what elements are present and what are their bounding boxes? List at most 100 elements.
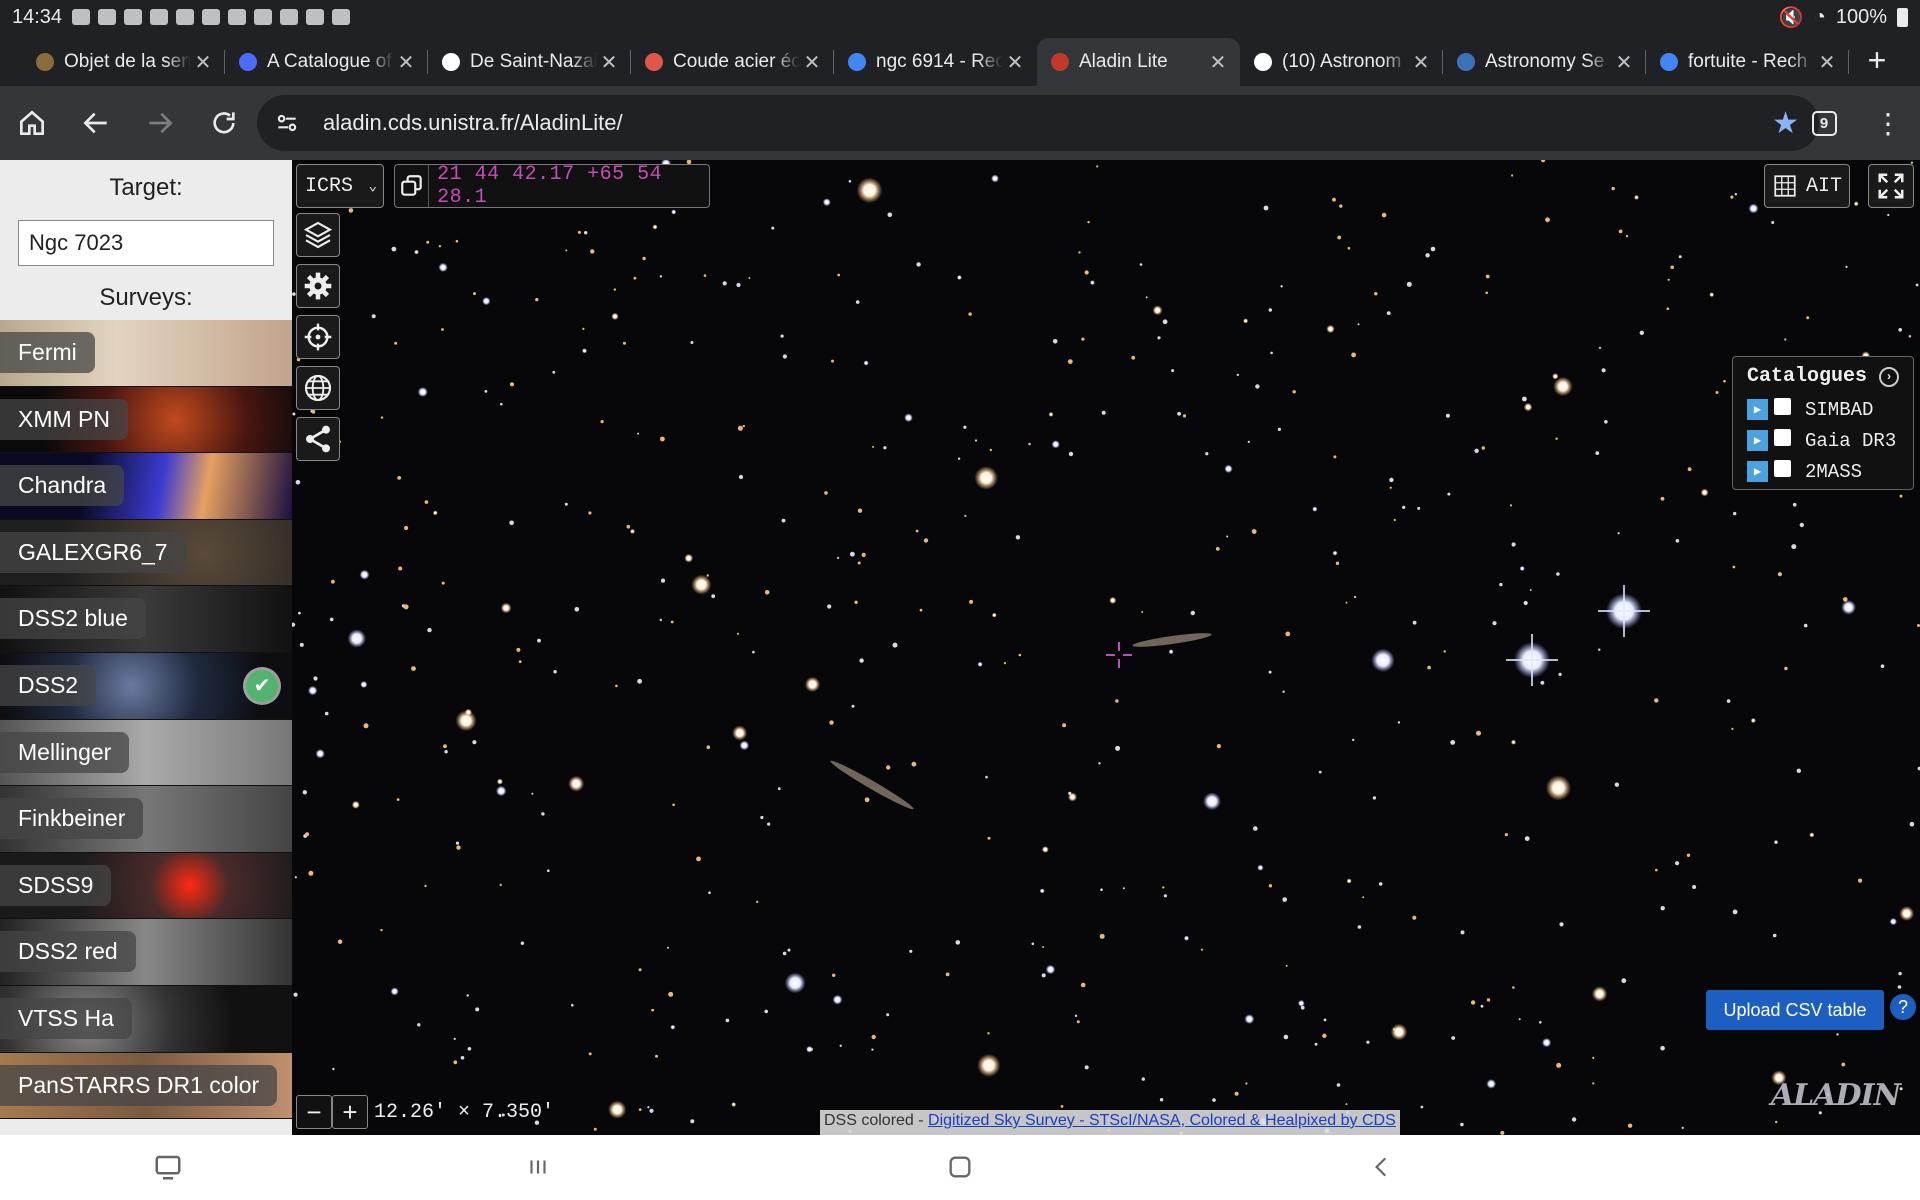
layers-button[interactable] [296, 213, 340, 257]
credit-link[interactable]: Digitized Sky Survey - STScI/NASA, Color… [928, 1112, 1396, 1129]
survey-item[interactable]: PanSTARRS DR1 color [0, 1052, 292, 1120]
zoom-out-button[interactable]: − [296, 1095, 332, 1129]
projection-button[interactable]: AIT [1764, 164, 1850, 208]
back-nav-icon[interactable] [1360, 1145, 1404, 1189]
close-icon[interactable]: ✕ [1206, 50, 1230, 75]
copy-icon[interactable] [395, 165, 430, 207]
catalogue-checkbox[interactable] [1774, 398, 1791, 415]
star [916, 262, 921, 267]
star [1357, 323, 1360, 326]
star [1297, 999, 1305, 1007]
play-icon[interactable]: ▶ [1747, 461, 1768, 482]
home-button[interactable] [0, 91, 64, 155]
close-icon[interactable]: ✕ [394, 50, 418, 75]
browser-tab[interactable]: Objet de la sen ✕ [22, 38, 225, 86]
browser-tab[interactable]: Coude acier éc ✕ [631, 38, 834, 86]
address-bar[interactable]: aladin.cds.unistra.fr/AladinLite/ ★ [257, 95, 1819, 151]
zoom-in-button[interactable]: + [332, 1095, 368, 1129]
check-icon: ✔ [246, 669, 278, 702]
close-icon[interactable]: ✕ [1612, 50, 1636, 75]
bookmark-star-icon[interactable]: ★ [1772, 106, 1799, 141]
survey-item[interactable]: Finkbeiner [0, 786, 292, 853]
survey-item[interactable]: VTSS Ha [0, 985, 292, 1053]
survey-item[interactable]: DSS2 blue [0, 586, 292, 653]
close-icon[interactable]: ✕ [800, 50, 824, 75]
star [848, 180, 852, 183]
star [1897, 985, 1902, 989]
browser-tab[interactable]: A Catalogue of ✕ [225, 38, 428, 86]
star [909, 949, 913, 953]
play-icon[interactable]: ▶ [1747, 430, 1768, 451]
survey-item[interactable]: XMM PN [0, 386, 292, 454]
coordinates-box[interactable]: 21 44 42.17 +65 54 28.1 [394, 163, 710, 209]
browser-tab[interactable]: De Saint-Nazai ✕ [428, 38, 631, 86]
home-nav-icon[interactable] [938, 1145, 982, 1189]
chevron-right-icon[interactable]: › [1879, 366, 1899, 387]
survey-item[interactable]: GALEXGR6_7 [0, 519, 292, 587]
tab-switcher-button[interactable]: 9 [1806, 105, 1842, 141]
site-settings-icon[interactable] [271, 107, 303, 139]
new-tab-button[interactable]: + [1852, 34, 1902, 86]
frame-select[interactable]: ICRS ⌄ [296, 164, 384, 208]
forward-button[interactable] [128, 91, 192, 155]
star [568, 775, 585, 792]
settings-button[interactable] [296, 264, 340, 308]
reload-button[interactable] [192, 91, 256, 155]
messenger-icon [72, 9, 91, 25]
star [829, 720, 834, 725]
close-icon[interactable]: ✕ [1815, 50, 1839, 75]
star [427, 627, 432, 633]
star [1374, 292, 1378, 296]
survey-item[interactable]: Chandra [0, 453, 292, 520]
browser-tab[interactable]: Astronomy Se ✕ [1443, 38, 1646, 86]
fullscreen-button[interactable] [1868, 164, 1914, 208]
star [851, 704, 855, 708]
projection-globe-button[interactable] [296, 366, 340, 410]
star [955, 940, 961, 945]
star [1524, 836, 1530, 841]
close-icon[interactable]: ✕ [1003, 50, 1027, 75]
star [414, 249, 419, 255]
more-menu-icon[interactable]: ⋮ [1870, 105, 1906, 141]
close-icon[interactable]: ✕ [1409, 50, 1433, 75]
survey-item[interactable]: Mellinger [0, 719, 292, 787]
survey-item[interactable]: DSS2 red [0, 919, 292, 986]
sky-view[interactable]: ICRS ⌄ 21 44 42.17 +65 54 28.1 AIT Catal… [292, 160, 1920, 1135]
star [1887, 213, 1890, 217]
close-icon[interactable]: ✕ [191, 50, 215, 75]
star [1545, 775, 1571, 801]
close-icon[interactable]: ✕ [597, 50, 621, 75]
share-button[interactable] [296, 417, 340, 461]
survey-item[interactable]: Fermi [0, 320, 292, 387]
star [1215, 547, 1220, 551]
left-panel: Target: Surveys: Fermi XMM PN Chandra GALEX… [0, 160, 292, 1135]
play-icon[interactable]: ▶ [1747, 399, 1768, 420]
upload-csv-button[interactable]: Upload CSV table [1706, 990, 1884, 1030]
star [1122, 887, 1125, 890]
browser-tab[interactable]: ngc 6914 - Rec ✕ [834, 38, 1037, 86]
browser-tab[interactable]: Aladin Lite ✕ [1037, 38, 1240, 86]
star [1336, 1083, 1341, 1087]
star [1571, 1117, 1577, 1122]
back-button[interactable] [64, 91, 128, 155]
target-input[interactable] [18, 220, 274, 266]
star [660, 578, 666, 583]
taskbar-icon[interactable] [146, 1145, 190, 1189]
survey-item[interactable]: DSS2 ✔ [0, 652, 292, 720]
star [1371, 648, 1395, 672]
catalogue-checkbox[interactable] [1774, 429, 1791, 446]
browser-tab[interactable]: fortuite - Rech ✕ [1646, 38, 1849, 86]
star [1427, 665, 1431, 670]
target-button[interactable] [296, 315, 340, 359]
help-button[interactable]: ? [1890, 994, 1916, 1020]
recents-icon[interactable] [516, 1145, 560, 1189]
survey-item[interactable]: SDSS9 [0, 852, 292, 920]
star [659, 275, 663, 278]
star [588, 1052, 592, 1056]
browser-tab[interactable]: (10) Astronom ✕ [1240, 38, 1443, 86]
star [969, 599, 974, 604]
survey-name: XMM PN [0, 398, 128, 440]
status-time: 14:34 [12, 5, 63, 28]
catalogue-checkbox[interactable] [1774, 460, 1791, 477]
star [577, 230, 581, 234]
